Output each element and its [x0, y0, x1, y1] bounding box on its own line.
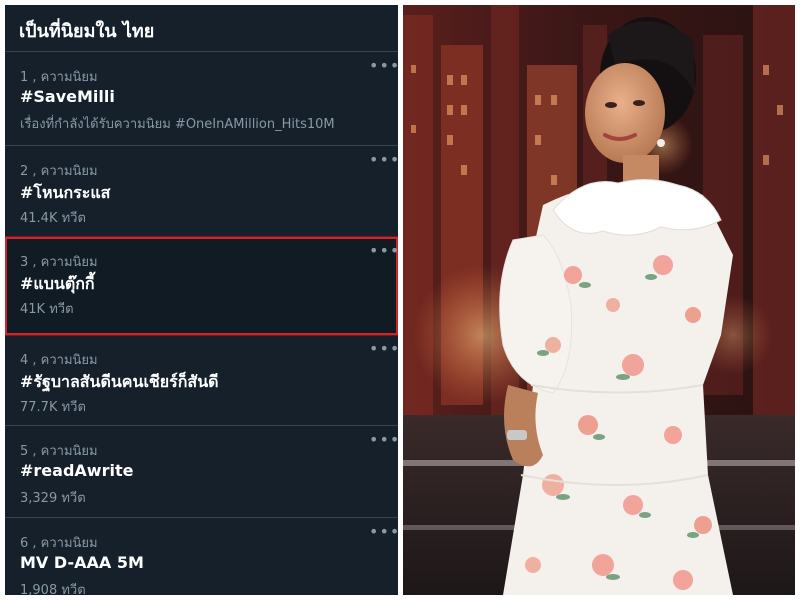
- trend-subtitle: เรื่องที่กำลังได้รับความนิยม #OneInAMill…: [20, 117, 335, 132]
- more-options-icon[interactable]: •••: [369, 432, 398, 450]
- trend-subtitle: 77.7K ทวีต: [20, 400, 86, 415]
- trend-subtitle: 3,329 ทวีต: [20, 491, 86, 506]
- trend-name[interactable]: #SaveMilli: [20, 87, 115, 106]
- woman-in-floral-dress-photo: [403, 5, 795, 595]
- trend-name[interactable]: MV D-AAA 5M: [20, 553, 144, 572]
- trend-item-6[interactable]: 6 , ความนิยม MV D-AAA 5M 1,908 ทวีต •••: [5, 518, 398, 596]
- trend-subtitle: 1,908 ทวีต: [20, 583, 86, 595]
- trend-rank-label: 5 , ความนิยม: [20, 444, 98, 459]
- panel-header: เป็นที่นิยมใน ไทย: [5, 5, 398, 52]
- trend-subtitle: 41K ทวีต: [20, 302, 74, 317]
- trend-item-1[interactable]: 1 , ความนิยม #SaveMilli เรื่องที่กำลังได…: [5, 52, 398, 146]
- trends-panel: เป็นที่นิยมใน ไทย 1 , ความนิยม #SaveMill…: [5, 5, 398, 595]
- screenshot-collage: เป็นที่นิยมใน ไทย 1 , ความนิยม #SaveMill…: [0, 0, 800, 600]
- trend-rank-label: 3 , ความนิยม: [20, 255, 98, 270]
- trend-item-5[interactable]: 5 , ความนิยม #readAwrite 3,329 ทวีต •••: [5, 426, 398, 518]
- trend-name[interactable]: #readAwrite: [20, 461, 133, 480]
- trend-rank-label: 6 , ความนิยม: [20, 536, 98, 551]
- page-title: เป็นที่นิยมใน ไทย: [19, 21, 155, 42]
- more-options-icon[interactable]: •••: [369, 524, 398, 542]
- trend-rank-label: 4 , ความนิยม: [20, 353, 98, 368]
- more-options-icon[interactable]: •••: [369, 243, 398, 261]
- trend-item-2[interactable]: 2 , ความนิยม #โหนกระแส 41.4K ทวีต •••: [5, 146, 398, 237]
- trend-name[interactable]: #แบนตุ๊กกี้: [20, 272, 95, 297]
- trend-rank-label: 1 , ความนิยม: [20, 70, 98, 85]
- trend-name[interactable]: #โหนกระแส: [20, 181, 110, 206]
- more-options-icon[interactable]: •••: [369, 58, 398, 76]
- trend-item-3-highlighted[interactable]: 3 , ความนิยม #แบนตุ๊กกี้ 41K ทวีต •••: [5, 236, 398, 336]
- trend-name[interactable]: #รัฐบาลสันดีนคนเชียร์ก็สันดี: [20, 370, 219, 395]
- photo: [403, 5, 795, 595]
- more-options-icon[interactable]: •••: [369, 152, 398, 170]
- more-options-icon[interactable]: •••: [369, 341, 398, 359]
- trend-item-4[interactable]: 4 , ความนิยม #รัฐบาลสันดีนคนเชียร์ก็สันด…: [5, 335, 398, 426]
- trend-subtitle: 41.4K ทวีต: [20, 211, 86, 226]
- trend-rank-label: 2 , ความนิยม: [20, 164, 98, 179]
